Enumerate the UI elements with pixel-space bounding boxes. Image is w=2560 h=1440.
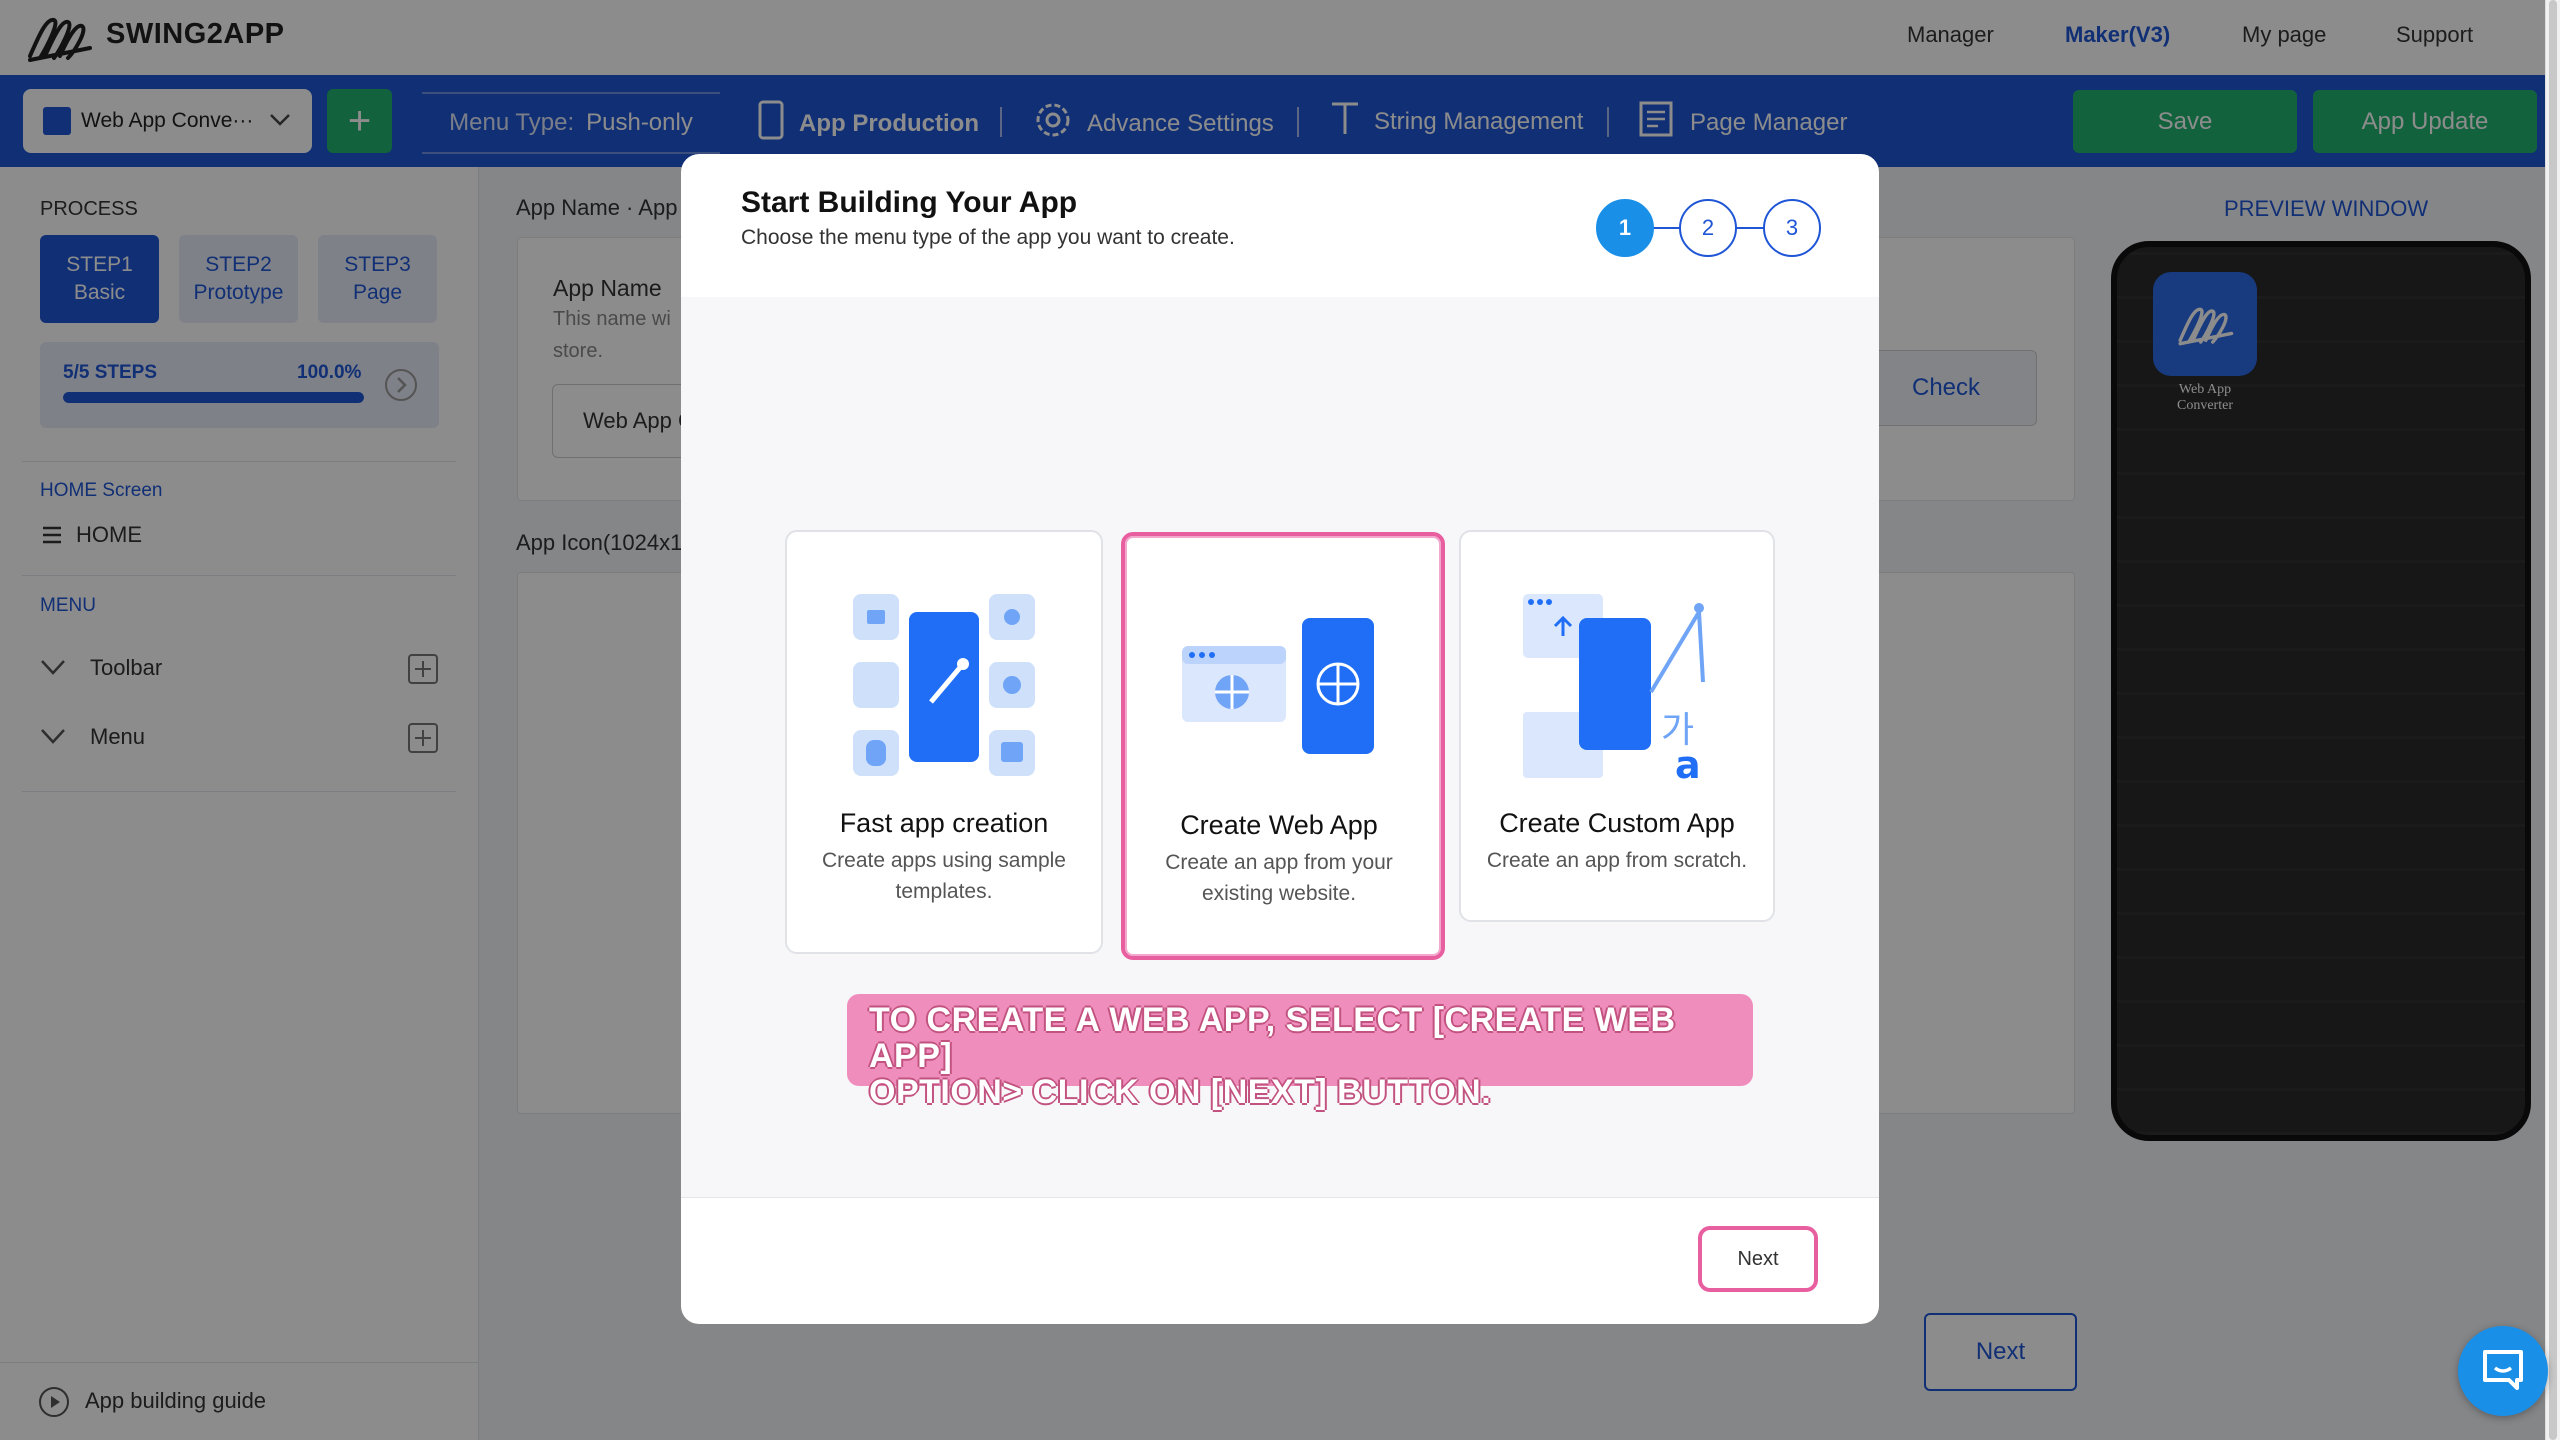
option-desc-line2: templates. bbox=[895, 880, 993, 903]
modal-footer-divider bbox=[681, 1197, 1879, 1198]
step-indicator: 1 2 3 bbox=[1596, 199, 1826, 257]
callout-line2: OPTION> CLICK ON [NEXT] BUTTON. bbox=[869, 1073, 1492, 1111]
option-desc-line1: Create apps using sample bbox=[822, 849, 1066, 872]
svg-text:a: a bbox=[1675, 743, 1701, 782]
option-fast-app-creation[interactable]: Fast app creation Create apps using samp… bbox=[785, 530, 1103, 954]
option-title: Fast app creation bbox=[839, 808, 1049, 838]
option-desc: Create an app from scratch. bbox=[1486, 849, 1748, 872]
option-desc-line1: Create an app from your bbox=[1165, 851, 1393, 874]
option-create-web-app[interactable]: Create Web App Create an app from your e… bbox=[1121, 532, 1445, 960]
option-create-custom-app[interactable]: 가 a Create Custom App Create an app from… bbox=[1459, 530, 1775, 922]
custom-app-icon: 가 a bbox=[1521, 592, 1721, 787]
scrollbar-thumb[interactable] bbox=[2549, 0, 2557, 1440]
option-title: Create Custom App bbox=[1499, 808, 1735, 838]
option-desc-line2: existing website. bbox=[1201, 882, 1357, 905]
template-grid-icon bbox=[851, 592, 1037, 783]
modal-subtitle: Choose the menu type of the app you want… bbox=[741, 226, 1235, 249]
option-desc: Create apps using sample templates. bbox=[787, 845, 1101, 907]
option-desc: Create an app from your existing website… bbox=[1125, 847, 1433, 909]
step-circle-1: 1 bbox=[1596, 199, 1654, 257]
chat-button[interactable] bbox=[2458, 1326, 2548, 1416]
start-building-modal: Start Building Your App Choose the menu … bbox=[681, 154, 1879, 1324]
modal-next-label: Next bbox=[1737, 1247, 1779, 1270]
modal-next-button[interactable]: Next bbox=[1698, 1226, 1818, 1292]
step-circle-3: 3 bbox=[1763, 199, 1821, 257]
chat-bubble-icon bbox=[2479, 1346, 2527, 1397]
instruction-callout: TO CREATE A WEB APP, SELECT [CREATE WEB … bbox=[847, 994, 1753, 1110]
web-to-app-icon bbox=[1180, 616, 1380, 761]
step-circle-2: 2 bbox=[1679, 199, 1737, 257]
option-title: Create Web App bbox=[1180, 810, 1378, 840]
callout-line1: TO CREATE A WEB APP, SELECT [CREATE WEB … bbox=[869, 1001, 1676, 1075]
modal-title: Start Building Your App bbox=[741, 186, 1078, 219]
